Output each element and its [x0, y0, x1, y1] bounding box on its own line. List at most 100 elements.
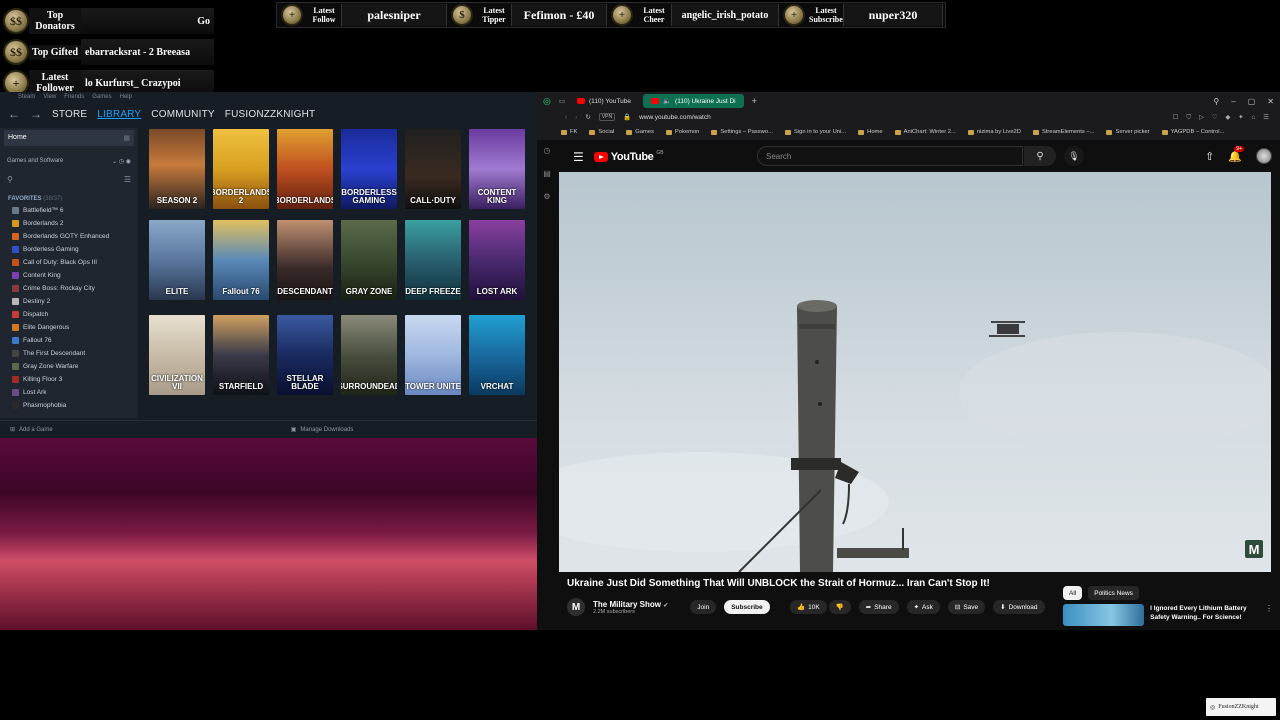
minimize-icon[interactable]: –	[1231, 97, 1235, 106]
channel-watermark[interactable]: M	[1245, 540, 1263, 558]
sidebar-game-item[interactable]: Lost Ark	[0, 386, 138, 399]
sidebar-game-item[interactable]: Killing Floor 3	[0, 373, 138, 386]
recommended-thumbnail[interactable]	[1063, 604, 1145, 626]
hamburger-menu-icon[interactable]: ☰	[573, 150, 584, 164]
sidebar-game-item[interactable]: Borderless Gaming	[0, 243, 138, 256]
sidebar-game-item[interactable]: Destiny 2	[0, 295, 138, 308]
tab-group-icon[interactable]: ▭	[559, 97, 565, 105]
game-tile[interactable]: BORDERLESS GAMING	[341, 129, 397, 209]
video-player[interactable]: M	[559, 172, 1271, 572]
add-game-button[interactable]: ⊞ Add a Game	[10, 426, 53, 434]
grid-view-icon[interactable]: ▦	[123, 134, 130, 142]
sidebar-game-item[interactable]: Gray Zone Warfare	[0, 360, 138, 373]
forward-icon[interactable]: ›	[575, 114, 577, 121]
subscribe-button[interactable]: Subscribe	[724, 600, 770, 614]
back-arrow-icon[interactable]: ←	[8, 107, 20, 121]
bookmark-item[interactable]: Server picker	[1106, 129, 1150, 135]
maximize-icon[interactable]: ▢	[1248, 97, 1256, 106]
filter-icon[interactable]: ☰	[124, 175, 131, 184]
bookmark-item[interactable]: Social	[589, 129, 614, 135]
channel-name[interactable]: The Military Show ✔	[593, 600, 668, 609]
game-tile[interactable]: DESCENDANT	[277, 220, 333, 300]
game-tile[interactable]: CIVILIZATION VII	[149, 315, 205, 395]
sidebar-game-item[interactable]: Content King	[0, 269, 138, 282]
bookmark-item[interactable]: AniChart: Winter 2...	[894, 129, 956, 135]
join-button[interactable]: Join	[690, 600, 717, 614]
bookmark-item[interactable]: Sign in to your Uni...	[784, 129, 846, 135]
sidebar-game-item[interactable]: Dispatch	[0, 308, 138, 321]
upload-icon[interactable]: ⇧	[1205, 150, 1214, 163]
games-filter-dropdown[interactable]: Games and Software ⌄ ◷ ◉	[4, 154, 134, 168]
sidebar-home[interactable]: Home ▦	[4, 130, 134, 146]
menu-item[interactable]: Help	[120, 94, 132, 100]
bookmark-item[interactable]: Pokemon	[665, 129, 699, 135]
search-button[interactable]: ⚲	[1024, 146, 1056, 166]
nav-community[interactable]: COMMUNITY	[151, 109, 214, 120]
menu-item[interactable]: Games	[92, 94, 111, 100]
sidebar-game-item[interactable]: Borderlands GOTY Enhanced	[0, 230, 138, 243]
bookmark-item[interactable]: Games	[626, 129, 654, 135]
game-tile[interactable]: SURROUNDEAD	[341, 315, 397, 395]
game-tile[interactable]: CALL·DUTY	[405, 129, 461, 209]
nav-library[interactable]: LIBRARY	[97, 109, 141, 120]
game-tile[interactable]: LOST ARK	[469, 220, 525, 300]
sidebar-game-item[interactable]: Phasmophobia	[0, 399, 138, 412]
game-tile[interactable]: ELITE	[149, 220, 205, 300]
sidebar-game-item[interactable]: Borderlands 2	[0, 217, 138, 230]
back-icon[interactable]: ‹	[565, 114, 567, 121]
menu-item[interactable]: Steam	[18, 94, 35, 100]
voice-search-button[interactable]: 🎙	[1064, 146, 1084, 166]
dislike-button[interactable]: 👎	[828, 600, 851, 614]
sidebar-game-item[interactable]: Fallout 76	[0, 334, 138, 347]
sidebar-game-item[interactable]: Battlefield™ 6	[0, 204, 138, 217]
close-icon[interactable]: ✕	[1267, 97, 1274, 106]
game-tile[interactable]: SEASON 2	[149, 129, 205, 209]
game-tile[interactable]: Fallout 76	[213, 220, 269, 300]
bookmark-item[interactable]: Home	[858, 129, 883, 135]
vpn-badge[interactable]: VPN	[598, 113, 616, 121]
chip-politics-news[interactable]: Politics News	[1088, 586, 1139, 600]
sidebar-game-item[interactable]: The First Descendant	[0, 347, 138, 360]
tab-youtube-home[interactable]: (110) YouTube	[569, 94, 639, 108]
channel-avatar[interactable]: M	[567, 598, 585, 616]
history-icon[interactable]: ◷	[544, 146, 551, 155]
forward-arrow-icon[interactable]: →	[30, 107, 42, 121]
reader-icon[interactable]: ▤	[543, 169, 551, 178]
nav-store[interactable]: STORE	[52, 109, 87, 120]
youtube-logo[interactable]: YouTube GB	[593, 150, 664, 163]
search-tabs-icon[interactable]: ⚲	[1213, 97, 1219, 106]
game-tile[interactable]: VRCHAT	[469, 315, 525, 395]
game-tile[interactable]: STARFIELD	[213, 315, 269, 395]
like-button[interactable]: 👍 10K	[790, 600, 827, 614]
extensions-icons[interactable]: ☐ ⛉ ▷ ♡ ◆ ✦ ⌂ ☰	[1173, 113, 1280, 122]
game-tile[interactable]: DEEP FREEZE	[405, 220, 461, 300]
tab-youtube-video[interactable]: 🔈 (110) Ukraine Just Di	[642, 94, 744, 108]
menu-item[interactable]: Friends	[64, 94, 84, 100]
bookmark-item[interactable]: Settings – Passwo...	[711, 129, 773, 135]
game-tile[interactable]: TOWER UNITE	[405, 315, 461, 395]
search-input[interactable]: Search	[757, 146, 1023, 166]
reload-icon[interactable]: ↻	[585, 113, 590, 121]
new-tab-icon[interactable]: +	[752, 96, 757, 106]
recommended-video[interactable]: I Ignored Every Lithium Battery Safety W…	[1063, 604, 1273, 630]
sidebar-game-item[interactable]: Elite Dangerous	[0, 321, 138, 334]
sidebar-game-item[interactable]: Crime Boss: Rockay City	[0, 282, 138, 295]
sidebar-game-item[interactable]: Call of Duty: Black Ops III	[0, 256, 138, 269]
game-tile[interactable]: CONTENT KING	[469, 129, 525, 209]
menu-item[interactable]: View	[43, 94, 56, 100]
save-button[interactable]: ⊟ Save	[947, 600, 986, 614]
nav-profile[interactable]: FUSIONZZKNIGHT	[225, 109, 316, 120]
bookmark-item[interactable]: FK	[561, 129, 577, 135]
more-options-icon[interactable]: ⋮	[1265, 604, 1273, 630]
bookmark-item[interactable]: nizima by Live2D	[967, 129, 1021, 135]
settings-icon[interactable]: ⚙	[543, 192, 550, 201]
download-button[interactable]: ⬇ Download	[993, 600, 1045, 614]
bookmark-item[interactable]: StreamElements –...	[1032, 129, 1094, 135]
game-tile[interactable]: GRAY ZONE	[341, 220, 397, 300]
manage-downloads-button[interactable]: ▣ Manage Downloads	[291, 426, 354, 434]
share-button[interactable]: ➦ Share	[858, 600, 899, 614]
chip-all[interactable]: All	[1063, 586, 1083, 600]
bookmark-item[interactable]: YAGPDB – Control...	[1161, 129, 1224, 135]
notifications-button[interactable]: 🔔 9+	[1228, 145, 1244, 163]
game-tile[interactable]: BORDERLANDS 2	[213, 129, 269, 209]
